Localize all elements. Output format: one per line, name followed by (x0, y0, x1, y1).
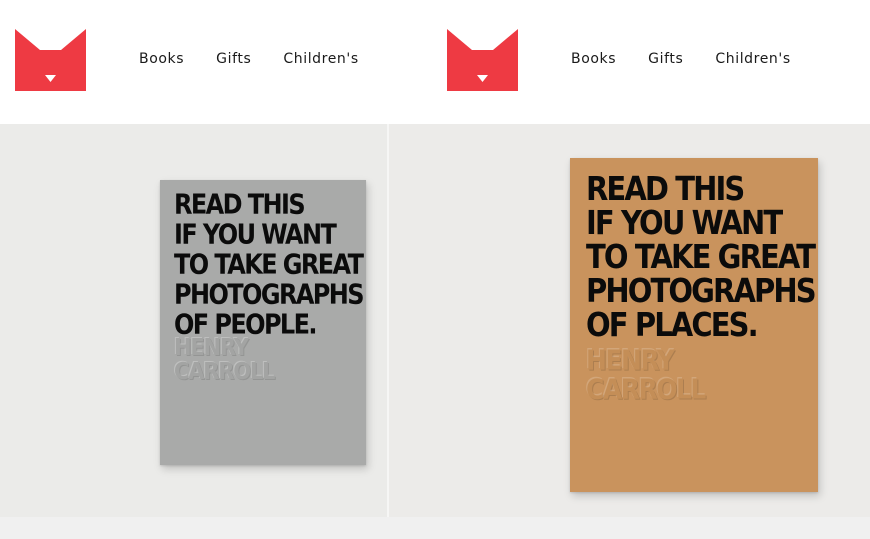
nav-link-gifts[interactable]: Gifts (648, 51, 683, 67)
book-author-emboss: HENRY CARROLL (586, 344, 706, 405)
k-logo-icon[interactable] (15, 29, 86, 91)
nav-link-childrens[interactable]: Children's (715, 51, 790, 67)
nav-link-gifts[interactable]: Gifts (216, 51, 251, 67)
book-cover-people[interactable]: READ THIS IF YOU WANT TO TAKE GREAT PHOT… (160, 180, 366, 465)
book-title-line: TO TAKE GREAT (174, 248, 364, 281)
author-line: HENRY (174, 334, 249, 361)
book-title: READ THIS IF YOU WANT TO TAKE GREAT PHOT… (174, 188, 365, 340)
book-title: READ THIS IF YOU WANT TO TAKE GREAT PHOT… (586, 169, 817, 343)
author-line: CARROLL (174, 358, 275, 385)
k-logo-icon[interactable] (447, 29, 518, 91)
book-title-line: IF YOU WANT (174, 218, 337, 251)
book-cover-places[interactable]: READ THIS IF YOU WANT TO TAKE GREAT PHOT… (570, 158, 818, 492)
nav-link-childrens[interactable]: Children's (283, 51, 358, 67)
author-line: HENRY (586, 344, 675, 376)
main-nav: Books Gifts Children's (571, 51, 823, 67)
page-footer-strip (0, 517, 870, 539)
book-title-line: READ THIS (174, 188, 306, 221)
book-title-line: OF PLACES. (586, 304, 759, 344)
nav-link-books[interactable]: Books (139, 51, 184, 67)
site-header: Books Gifts Children's (0, 0, 435, 124)
site-header: Books Gifts Children's (435, 0, 870, 124)
author-line: CARROLL (586, 373, 706, 405)
main-nav: Books Gifts Children's (139, 51, 391, 67)
book-title-line: PHOTOGRAPHS (174, 278, 365, 311)
nav-link-books[interactable]: Books (571, 51, 616, 67)
book-author-emboss: HENRY CARROLL (174, 334, 275, 385)
